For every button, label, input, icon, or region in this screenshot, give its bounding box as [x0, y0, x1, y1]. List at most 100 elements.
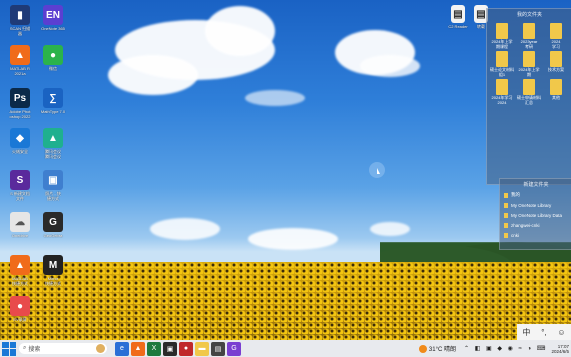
folder-item[interactable]: 2024年上学 期课程 [489, 23, 515, 49]
quick-panel-title: 新建文件夹 [523, 182, 549, 188]
system-tray: 31°C 晴朗 ⌃ ◧ ▣ ◆ ◉ ≈ ◑ ⌨ 17:07 2024/6/5 [418, 344, 571, 354]
taskbar-onenote-icon[interactable]: G [227, 341, 241, 356]
icon-label: MATLAB 快捷方式 [12, 276, 28, 286]
defender-icon: ◆ [10, 128, 30, 148]
desktop-icon-matlab1[interactable]: ▲ MATLAB R 2021a [5, 45, 35, 76]
folder-icon [550, 51, 562, 67]
ime-chinese-toggle[interactable]: 中 [522, 327, 530, 338]
folder-icon [550, 23, 562, 39]
folder-icon [496, 51, 508, 67]
cloud [205, 6, 275, 56]
photos-icon: ▣ [43, 170, 63, 190]
desktop-icon-defender[interactable]: ◆ 火绒安全 [5, 128, 35, 154]
desktop-icon-wechat[interactable]: ● 微信 [38, 45, 68, 71]
weather-icon[interactable] [418, 344, 427, 353]
quick-list-item[interactable]: zhangwei-cnki [500, 220, 571, 230]
taskbar-edge-icon[interactable]: e [115, 341, 129, 356]
folder-label: 技术方案 [548, 67, 564, 72]
folder-item[interactable]: 2024 学习 [543, 23, 569, 49]
desktop-icon-sapp[interactable]: SS 新建文档 文件 [5, 170, 35, 201]
icon-label: 火绒安全 [12, 149, 28, 154]
ime-emoji-button[interactable]: ☺ [557, 328, 565, 337]
desktop-icon-onenote[interactable]: EN OneNote 365 [38, 5, 68, 31]
start-button[interactable] [2, 341, 16, 356]
quick-access-panel[interactable]: 新建文件夹 我的 My OneNote Library My OneNote Lib… [499, 178, 571, 250]
cloud-icon: ☁ [10, 212, 30, 232]
search-highlight-icon [96, 344, 105, 353]
cloud [108, 55, 198, 95]
folder-label: 2024年学习 2024 [491, 95, 513, 105]
onenote-icon: EN [43, 5, 63, 25]
icon-label: 微信 [49, 66, 57, 71]
folder-label: 2024年上学 期 [518, 67, 540, 77]
weather-text[interactable]: 31°C 晴朗 [429, 344, 456, 353]
folder-item[interactable]: 硕士申请材料 汇总 [516, 79, 542, 105]
sapp-icon: S [10, 170, 30, 190]
desktop-icon-mathtype[interactable]: ∑ MathType 7.0 [38, 88, 68, 114]
icon-label: S 新建文档 文件 [10, 191, 30, 201]
tray-icons[interactable]: ⌃ ◧ ▣ ◆ ◉ ≈ ◑ ⌨ [464, 345, 547, 352]
folder-panel[interactable]: 我的文件夹 2024年上学 期课程 2023year 考研 2024 学习硕士论文材… [486, 8, 571, 185]
folder-item[interactable]: 技术方案 [543, 51, 569, 72]
icon-label: EV录屏 [13, 317, 27, 322]
mirror-icon: M [43, 255, 63, 275]
search-placeholder: 搜索 [28, 347, 41, 353]
taskbar-excel-icon[interactable]: X [147, 341, 161, 356]
ps-icon: Ps [10, 88, 30, 108]
icon-label: 腾讯会议 腾讯会议 [45, 149, 61, 159]
icon-label: MATLAB R 2021a [10, 66, 30, 76]
folder-item[interactable]: 2024年上学 期 [516, 51, 542, 77]
ime-toolbar[interactable]: 中 °, ☺ [517, 324, 571, 340]
folder-item[interactable]: 2024年学习 2024 [489, 79, 515, 105]
folder-icon [504, 222, 508, 228]
desktop-icon-scan[interactable]: ▮ SCAN 扫描 器 [5, 5, 35, 36]
folder-icon [504, 232, 508, 238]
desktop-icon-tencent[interactable]: ▲ 腾讯会议 腾讯会议 [38, 128, 68, 159]
desktop-icon-matlab2[interactable]: ▲ MATLAB 快捷方式 [5, 255, 35, 286]
folder-label: 2024年上学 期课程 [491, 39, 513, 49]
tencent-icon: ▲ [43, 128, 63, 148]
taskbar-record-icon[interactable]: ● [179, 341, 193, 356]
folder-icon [496, 79, 508, 95]
folder-item[interactable]: 硕士论文材料 组1 [489, 51, 515, 77]
icon-label: MathType 7.0 [40, 109, 66, 114]
folder-icon [523, 23, 535, 39]
quick-list-item[interactable]: My OneNote Library Data [500, 210, 571, 220]
quick-item-label: My OneNote Library Data [511, 212, 563, 218]
ime-punct-toggle[interactable]: °, [541, 328, 546, 337]
folder-label: 硕士论文材料 组1 [490, 67, 514, 77]
taskbar-app-icon[interactable]: ▣ [163, 341, 177, 356]
quick-list-item[interactable]: cnki [500, 230, 571, 240]
quick-list-item[interactable]: My OneNote Library [500, 200, 571, 210]
taskbar-folder-icon[interactable]: ▬ [195, 341, 209, 356]
desktop-icon-ps[interactable]: Ps Adobe Phot oshop 2022 [5, 88, 35, 119]
folder-label: 2024 学习 [551, 39, 561, 49]
quick-item-label: zhangwei-cnki [511, 222, 540, 228]
sunflower-field [0, 262, 571, 340]
desktop-icon-photos[interactable]: ▣ 照片 - 快 捷方式 [38, 170, 68, 201]
desktop-icon-ev[interactable]: ● EV录屏 [5, 296, 35, 322]
cloud [150, 218, 220, 240]
clock[interactable]: 17:07 2024/6/5 [551, 344, 569, 354]
gapp-icon: G [43, 212, 63, 232]
desktop-icon-mirror[interactable]: M Mirror 快捷方式 [38, 255, 68, 286]
folder-icon [550, 79, 562, 95]
folder-icon [496, 23, 508, 39]
taskbar-search-box[interactable]: ⌕ 搜索 [19, 343, 107, 354]
taskbar-terminal-icon[interactable]: ▤ [211, 341, 225, 356]
quick-list-item[interactable]: 我的 [500, 190, 571, 200]
desktop-icon-gapp[interactable]: G GeoGebra [38, 212, 68, 238]
folder-label: 硕士申请材料 汇总 [517, 95, 541, 105]
desktop-icon-cloud[interactable]: ☁ Onedrive [5, 212, 35, 238]
matlab1-icon: ▲ [10, 45, 30, 65]
icon-label: GeoGebra [43, 233, 63, 238]
folder-label: 其他 [552, 95, 560, 100]
folder-icon [504, 212, 508, 218]
icon-label: Adobe Phot oshop 2022 [9, 109, 31, 119]
folder-item[interactable]: 2023year 考研 [516, 23, 542, 49]
mathtype-icon: ∑ [43, 88, 63, 108]
taskbar-matlab-icon[interactable]: ▲ [131, 341, 145, 356]
folder-panel-title: 我的文件夹 [516, 12, 542, 18]
search-icon: ⌕ [23, 345, 27, 351]
folder-item[interactable]: 其他 [543, 79, 569, 100]
